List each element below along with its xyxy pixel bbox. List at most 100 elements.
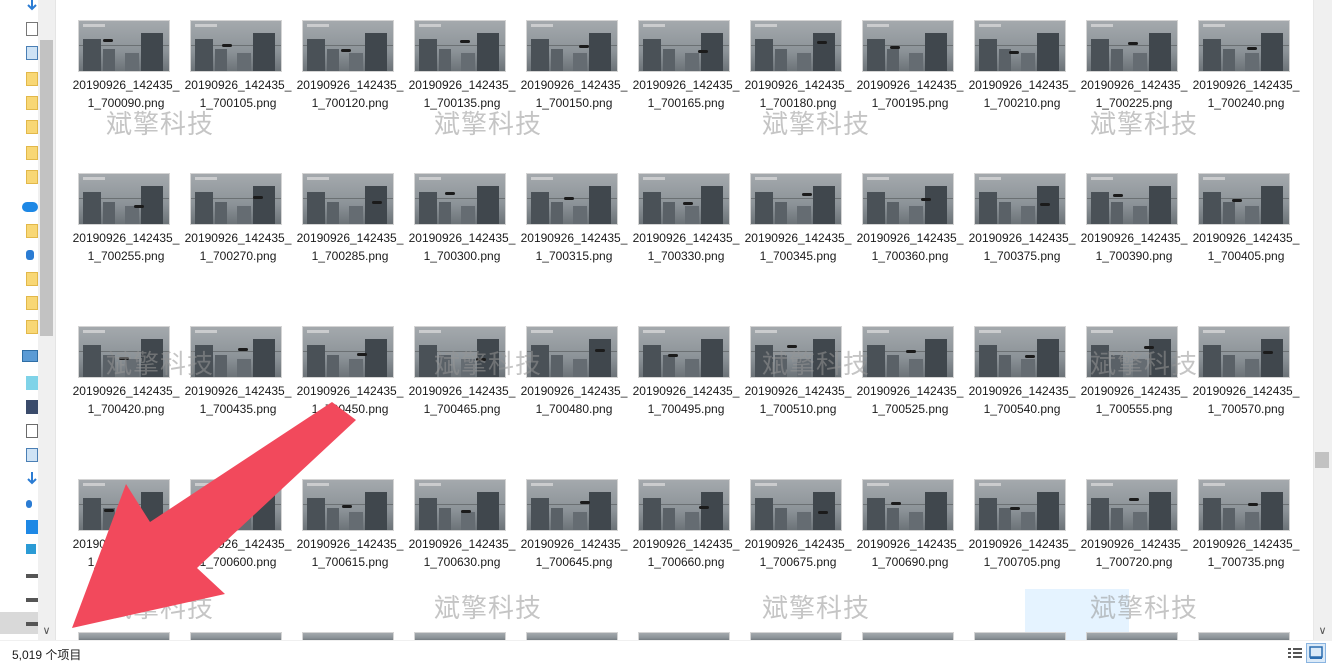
file-item[interactable]: 20190926_142435_1_700735.png [1190, 479, 1302, 599]
file-item[interactable]: 20190926_142435_1_700390.png [1078, 173, 1190, 293]
folder-icon[interactable] [26, 146, 38, 160]
file-thumbnail[interactable] [1198, 632, 1290, 640]
file-name: 20190926_142435_1_700585.png [72, 537, 180, 569]
file-thumbnail[interactable] [750, 632, 842, 640]
file-item[interactable]: 20190926_142435_1_700690.png [854, 479, 966, 599]
folder-icon[interactable] [26, 170, 38, 184]
file-item[interactable]: 20190926_142435_1_700090.png [70, 20, 182, 140]
vertical-scrollbar-thumb[interactable] [1315, 452, 1329, 468]
file-item[interactable]: 20190926_142435_1_700240.png [1190, 20, 1302, 140]
music-icon[interactable] [26, 500, 32, 508]
file-item[interactable]: 20190926_142435_1_700435.png [182, 326, 294, 446]
file-name: 20190926_142435_1_700375.png [968, 231, 1076, 263]
file-item[interactable]: 20190926_142435_1_700330.png [630, 173, 742, 293]
drive-icon[interactable] [26, 622, 38, 626]
onedrive-icon[interactable] [22, 202, 38, 212]
file-item[interactable]: 20190926_142435_1_700420.png [70, 326, 182, 446]
documents-icon[interactable] [26, 424, 38, 438]
file-thumbnail [78, 479, 170, 531]
file-thumbnail[interactable] [78, 632, 170, 640]
downloads-icon[interactable] [26, 472, 38, 486]
file-item[interactable]: 20190926_142435_1_700135.png [406, 20, 518, 140]
file-item[interactable]: 20190926_142435_1_700195.png [854, 20, 966, 140]
file-thumbnail[interactable] [526, 632, 618, 640]
file-item[interactable]: 20190926_142435_1_700285.png [294, 173, 406, 293]
file-item[interactable]: 20190926_142435_1_700120.png [294, 20, 406, 140]
file-item[interactable]: 20190926_142435_1_700165.png [630, 20, 742, 140]
file-item[interactable]: 20190926_142435_1_700300.png [406, 173, 518, 293]
file-name: 20190926_142435_1_700675.png [744, 537, 852, 569]
folder-icon[interactable] [26, 296, 38, 310]
folder-icon[interactable] [26, 224, 38, 238]
file-name: 20190926_142435_1_700195.png [856, 78, 964, 110]
file-item[interactable]: 20190926_142435_1_700450.png [294, 326, 406, 446]
file-item[interactable]: 20190926_142435_1_700480.png [518, 326, 630, 446]
file-thumbnail[interactable] [414, 632, 506, 640]
folder-icon[interactable] [26, 120, 38, 134]
file-item[interactable]: 20190926_142435_1_700510.png [742, 326, 854, 446]
file-item[interactable]: 20190926_142435_1_700405.png [1190, 173, 1302, 293]
file-item[interactable]: 20190926_142435_1_700375.png [966, 173, 1078, 293]
large-icons-view-icon[interactable] [1306, 643, 1326, 663]
file-thumbnail [638, 173, 730, 225]
file-item[interactable]: 20190926_142435_1_700495.png [630, 326, 742, 446]
file-item[interactable]: 20190926_142435_1_700345.png [742, 173, 854, 293]
file-name: 20190926_142435_1_700450.png [296, 384, 404, 416]
file-item[interactable]: 20190926_142435_1_700315.png [518, 173, 630, 293]
file-thumbnail[interactable] [638, 632, 730, 640]
file-item[interactable]: 20190926_142435_1_700360.png [854, 173, 966, 293]
drive-icon[interactable] [26, 598, 38, 602]
file-name: 20190926_142435_1_700495.png [632, 384, 740, 416]
file-grid[interactable]: 20190926_142435_1_700090.png 20190926_142… [57, 0, 1313, 640]
pictures-icon[interactable] [26, 46, 38, 60]
folder-icon[interactable] [26, 96, 38, 110]
file-name: 20190926_142435_1_700405.png [1192, 231, 1300, 263]
file-item[interactable]: 20190926_142435_1_700150.png [518, 20, 630, 140]
this-pc-icon[interactable] [22, 350, 38, 362]
file-item[interactable]: 20190926_142435_1_700705.png [966, 479, 1078, 599]
folder-icon[interactable] [26, 72, 38, 86]
file-item[interactable]: 20190926_142435_1_700630.png [406, 479, 518, 599]
file-item[interactable]: 20190926_142435_1_700615.png [294, 479, 406, 599]
file-item[interactable]: 20190926_142435_1_700600.png [182, 479, 294, 599]
folder-icon[interactable] [26, 320, 38, 334]
file-item[interactable]: 20190926_142435_1_700465.png [406, 326, 518, 446]
drive-icon[interactable] [26, 574, 38, 578]
file-item[interactable]: 20190926_142435_1_700525.png [854, 326, 966, 446]
file-thumbnail[interactable] [1086, 632, 1178, 640]
windows-drive-icon[interactable] [26, 544, 36, 554]
file-item[interactable]: 20190926_142435_1_700105.png [182, 20, 294, 140]
file-item[interactable]: 20190926_142435_1_700585.png [70, 479, 182, 599]
pictures-icon[interactable] [26, 448, 38, 462]
file-name: 20190926_142435_1_700120.png [296, 78, 404, 110]
file-item[interactable]: 20190926_142435_1_700645.png [518, 479, 630, 599]
file-thumbnail[interactable] [974, 632, 1066, 640]
document-icon[interactable] [26, 22, 38, 36]
file-item[interactable]: 20190926_142435_1_700540.png [966, 326, 1078, 446]
file-item[interactable]: 20190926_142435_1_700180.png [742, 20, 854, 140]
nav-scrollbar-thumb[interactable] [40, 40, 53, 336]
file-item[interactable]: 20190926_142435_1_700210.png [966, 20, 1078, 140]
folder-icon[interactable] [26, 272, 38, 286]
chevron-down-icon[interactable]: ∨ [1313, 622, 1332, 640]
file-thumbnail [190, 326, 282, 378]
vertical-scrollbar[interactable] [1313, 0, 1332, 640]
chevron-down-icon[interactable]: ∨ [38, 622, 55, 640]
details-view-icon[interactable] [1286, 644, 1304, 662]
file-item[interactable]: 20190926_142435_1_700675.png [742, 479, 854, 599]
file-item[interactable]: 20190926_142435_1_700570.png [1190, 326, 1302, 446]
file-item[interactable]: 20190926_142435_1_700720.png [1078, 479, 1190, 599]
videos-icon[interactable] [26, 400, 38, 414]
file-thumbnail[interactable] [190, 632, 282, 640]
pin-arrow-icon[interactable] [26, 0, 38, 11]
network-icon[interactable] [26, 250, 34, 260]
file-thumbnail[interactable] [302, 632, 394, 640]
file-thumbnail[interactable] [862, 632, 954, 640]
file-item[interactable]: 20190926_142435_1_700555.png [1078, 326, 1190, 446]
file-item[interactable]: 20190926_142435_1_700255.png [70, 173, 182, 293]
desktop-icon[interactable] [26, 520, 38, 534]
file-item[interactable]: 20190926_142435_1_700225.png [1078, 20, 1190, 140]
file-item[interactable]: 20190926_142435_1_700660.png [630, 479, 742, 599]
file-item[interactable]: 20190926_142435_1_700270.png [182, 173, 294, 293]
3d-objects-icon[interactable] [26, 376, 38, 390]
